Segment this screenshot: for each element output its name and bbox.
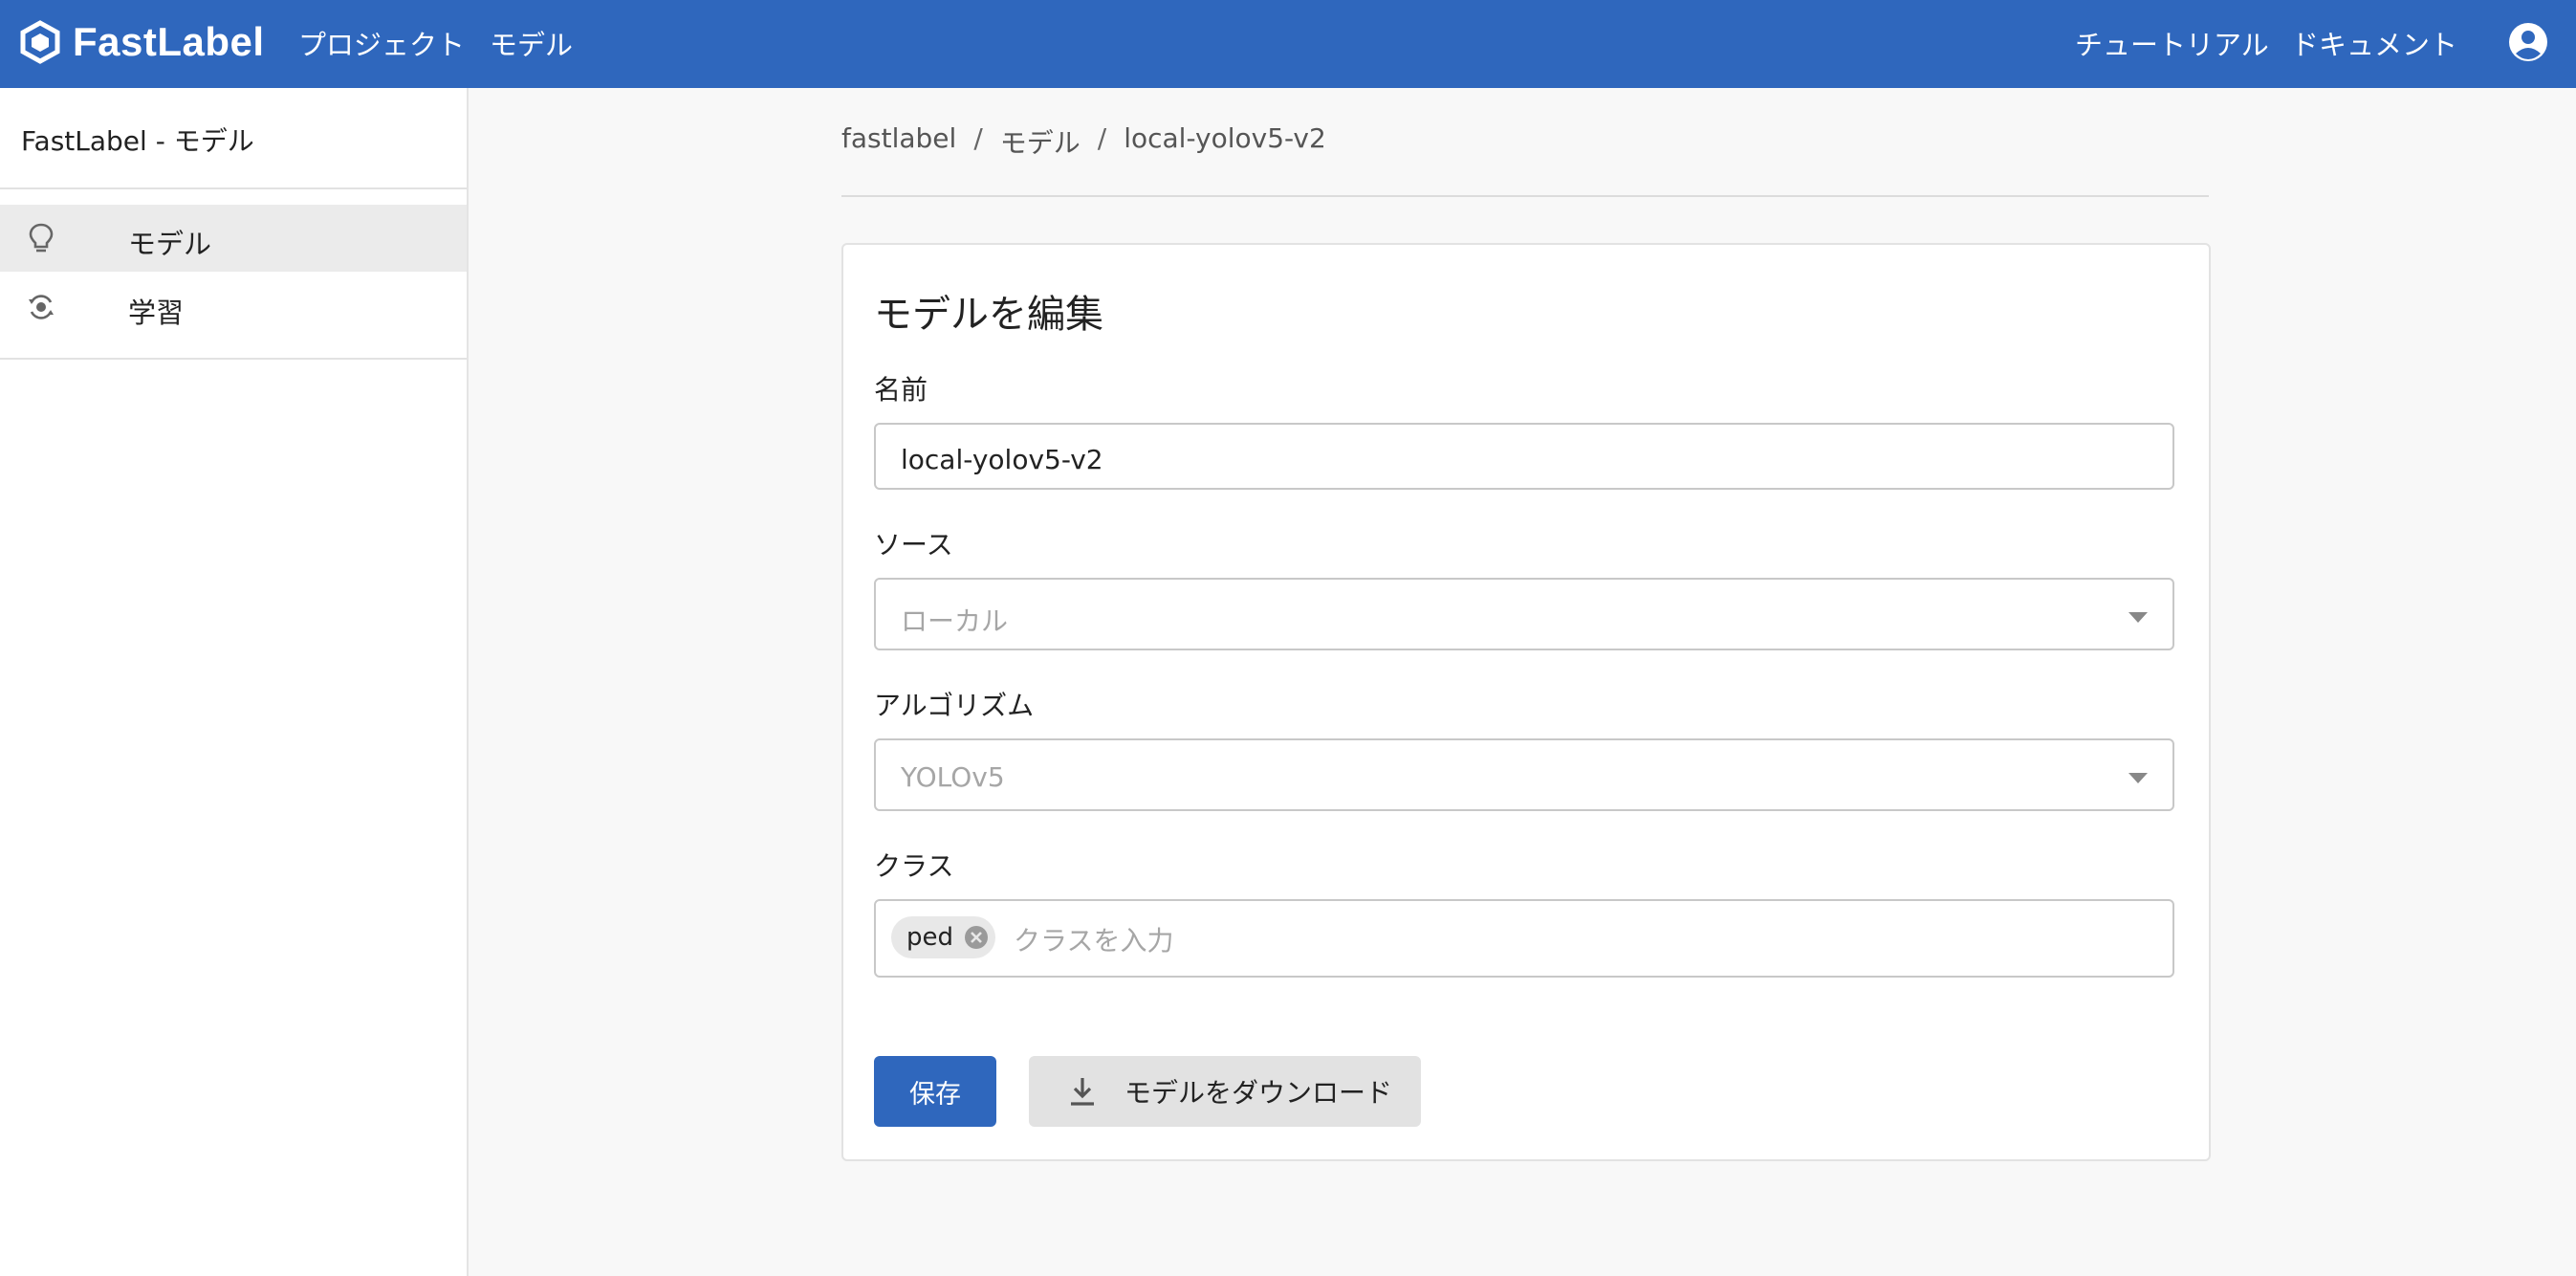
breadcrumb: fastlabel / モデル / local-yolov5-v2	[841, 122, 1326, 161]
classes-label: クラス	[874, 850, 954, 882]
fastlabel-logo-icon	[20, 20, 60, 64]
classes-input[interactable]: ped クラスを入力	[874, 899, 2174, 978]
top-app-bar: FastLabel プロジェクト モデル チュートリアル ドキュメント	[0, 0, 2576, 88]
brand-logo[interactable]: FastLabel	[19, 19, 265, 65]
breadcrumb-models[interactable]: モデル	[1000, 122, 1081, 161]
class-input-placeholder[interactable]: クラスを入力	[1014, 920, 1173, 958]
class-chip: ped	[891, 916, 996, 958]
page-title: モデルを編集	[874, 293, 1103, 337]
algorithm-value: YOLOv5	[901, 761, 1005, 793]
edit-model-card: モデルを編集 名前 local-yolov5-v2 ソース ローカル アルゴリズ…	[841, 243, 2211, 1161]
breadcrumb-current: local-yolov5-v2	[1124, 122, 1326, 154]
name-label: 名前	[874, 374, 928, 406]
source-value: ローカル	[901, 605, 1009, 637]
training-icon	[29, 295, 54, 319]
breadcrumb-separator: /	[973, 122, 983, 154]
sidebar-item-models[interactable]: モデル	[0, 205, 467, 272]
save-button[interactable]: 保存	[874, 1056, 996, 1127]
algorithm-label: アルゴリズム	[874, 690, 1035, 721]
source-select[interactable]: ローカル	[874, 578, 2174, 650]
breadcrumb-divider	[841, 195, 2209, 197]
sidebar-title: FastLabel - モデル	[21, 125, 254, 157]
sidebar-item-label: モデル	[128, 228, 212, 260]
account-circle-icon[interactable]	[2507, 21, 2549, 63]
name-value: local-yolov5-v2	[901, 444, 1103, 475]
lightbulb-icon	[29, 223, 54, 253]
sidebar-divider	[0, 187, 467, 189]
sidebar-divider	[0, 358, 467, 360]
sidebar-item-label: 学習	[128, 297, 185, 329]
class-chip-label: ped	[906, 923, 954, 952]
brand-name: FastLabel	[73, 19, 265, 64]
algorithm-select[interactable]: YOLOv5	[874, 738, 2174, 811]
source-label: ソース	[874, 529, 953, 561]
download-model-button[interactable]: モデルをダウンロード	[1029, 1056, 1421, 1127]
sidebar: FastLabel - モデル モデル 学習	[0, 88, 469, 1276]
nav-projects[interactable]: プロジェクト	[298, 23, 465, 63]
nav-documents[interactable]: ドキュメント	[2291, 23, 2457, 63]
name-input[interactable]: local-yolov5-v2	[874, 423, 2174, 490]
nav-tutorial[interactable]: チュートリアル	[2075, 23, 2269, 63]
breadcrumb-fastlabel[interactable]: fastlabel	[841, 122, 956, 161]
sidebar-item-training[interactable]: 学習	[0, 274, 467, 341]
nav-models[interactable]: モデル	[490, 23, 573, 63]
download-label: モデルをダウンロード	[1124, 1077, 1393, 1109]
download-icon	[1071, 1078, 1094, 1106]
breadcrumb-separator: /	[1097, 122, 1107, 154]
chevron-down-icon	[2128, 612, 2148, 623]
chevron-down-icon	[2128, 773, 2148, 783]
remove-chip-icon[interactable]	[963, 924, 990, 951]
